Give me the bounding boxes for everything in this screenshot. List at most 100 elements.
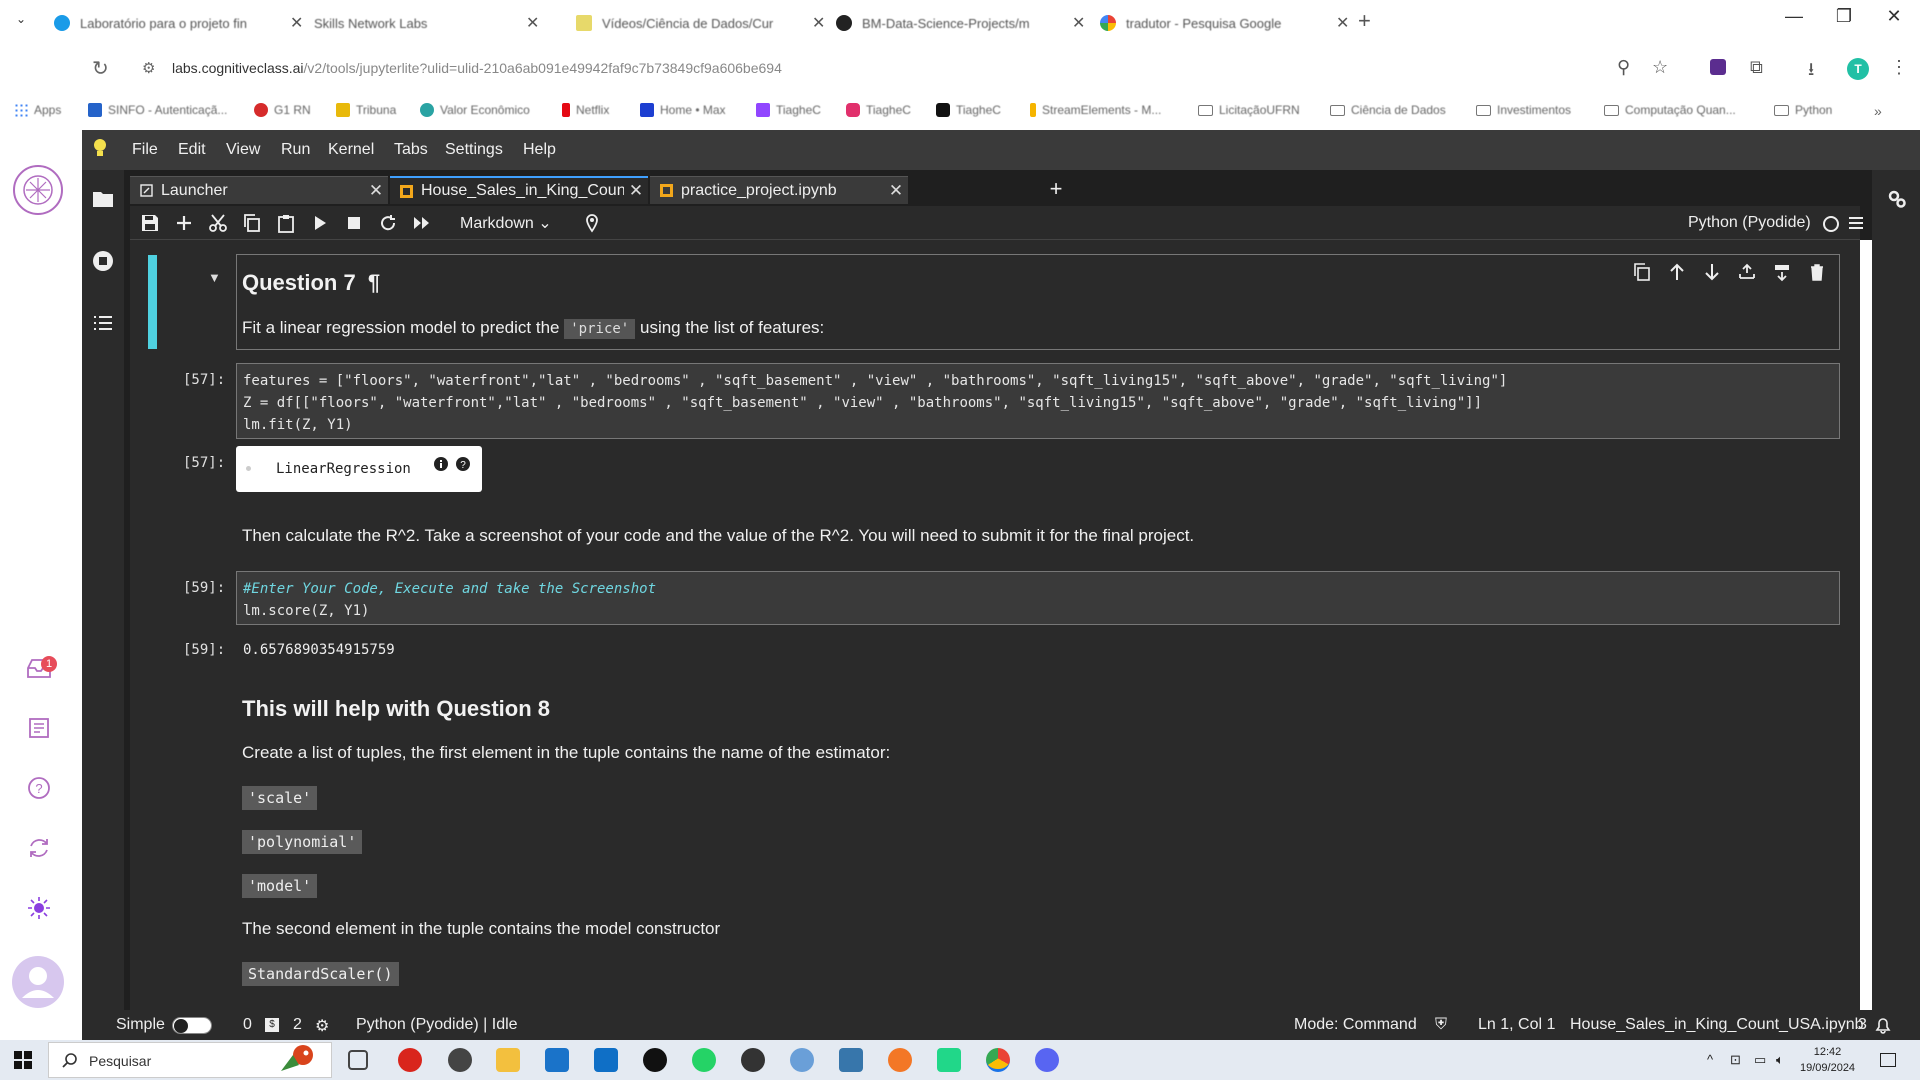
user-avatar-icon[interactable] xyxy=(12,956,64,1008)
download-icon[interactable]: ⭳ xyxy=(1808,57,1814,87)
close-tab-icon[interactable]: ✕ xyxy=(364,181,388,201)
run-cell-icon[interactable] xyxy=(310,213,330,233)
cursor-position[interactable]: Ln 1, Col 1 xyxy=(1478,1016,1555,1034)
add-tab-button[interactable]: + xyxy=(1042,176,1070,204)
duplicate-cell-icon[interactable] xyxy=(1632,262,1652,282)
close-tab-icon[interactable]: ✕ xyxy=(290,13,303,33)
tab-house-sales-notebook[interactable]: House_Sales_in_King_Count_ ✕ xyxy=(390,176,648,204)
extension-icon[interactable] xyxy=(1710,59,1726,75)
kernel-status-text[interactable]: Python (Pyodide) | Idle xyxy=(356,1016,518,1034)
copy-icon[interactable] xyxy=(242,213,262,233)
python-icon[interactable] xyxy=(839,1048,863,1072)
browser-tab[interactable]: BM-Data-Science-Projects/m ✕ xyxy=(836,8,1085,38)
minimize-icon[interactable]: — xyxy=(1774,6,1814,27)
notifications-icon[interactable] xyxy=(1880,1053,1896,1067)
debugger-pin-icon[interactable] xyxy=(582,213,602,233)
tab-search-chevron-icon[interactable]: ⌄ xyxy=(16,12,26,26)
store-icon[interactable] xyxy=(594,1048,618,1072)
document-icon[interactable] xyxy=(27,716,51,740)
kernel-name-button[interactable]: Python (Pyodide) xyxy=(1688,214,1811,232)
tray-network-icon[interactable]: ⊡ xyxy=(1730,1052,1741,1068)
extensions-puzzle-icon[interactable]: ⧉ xyxy=(1750,57,1763,78)
move-up-icon[interactable] xyxy=(1667,262,1687,282)
windows-start-icon[interactable] xyxy=(14,1051,32,1069)
reload-icon[interactable]: ↻ xyxy=(92,56,109,81)
delete-cell-icon[interactable] xyxy=(1807,262,1827,282)
zoom-icon[interactable]: ⚲ xyxy=(1617,57,1630,78)
mail-icon[interactable] xyxy=(545,1048,569,1072)
simple-mode-toggle[interactable] xyxy=(172,1017,212,1034)
cognitiveclass-logo-icon[interactable] xyxy=(12,164,64,216)
bookmark-item[interactable]: Netflix xyxy=(562,103,609,117)
move-down-icon[interactable] xyxy=(1702,262,1722,282)
tiktok-icon[interactable] xyxy=(643,1048,667,1072)
bookmark-item[interactable]: TiagheC xyxy=(936,103,1001,117)
tray-display-icon[interactable]: ▭ xyxy=(1754,1052,1766,1068)
collapse-caret-icon[interactable]: ▼ xyxy=(208,270,221,285)
close-window-icon[interactable]: ✕ xyxy=(1874,6,1914,27)
info-icon[interactable] xyxy=(434,457,448,471)
bookmark-item[interactable]: TiagheC xyxy=(756,103,821,117)
discord-icon[interactable] xyxy=(1035,1048,1059,1072)
r-icon[interactable] xyxy=(790,1048,814,1072)
menu-kernel[interactable]: Kernel xyxy=(328,141,374,159)
table-of-contents-icon[interactable] xyxy=(92,312,114,334)
paste-icon[interactable] xyxy=(276,213,296,233)
cut-icon[interactable] xyxy=(208,213,228,233)
insert-below-icon[interactable] xyxy=(1772,262,1792,282)
notebook-panel[interactable] xyxy=(130,240,1860,1010)
restore-icon[interactable]: ❐ xyxy=(1824,6,1864,27)
restart-kernel-icon[interactable] xyxy=(378,213,398,233)
browser-tab[interactable]: Vídeos/Ciência de Dados/Cur ✕ xyxy=(576,8,825,38)
notification-shield-icon[interactable]: ⛨ xyxy=(1435,1016,1447,1034)
menu-settings[interactable]: Settings xyxy=(445,141,503,159)
bookmark-folder[interactable]: LicitaçãoUFRN xyxy=(1198,103,1300,117)
menu-file[interactable]: File xyxy=(132,141,158,159)
bookmark-folder[interactable]: Python xyxy=(1774,103,1832,117)
terminal-count[interactable]: 0 xyxy=(243,1016,252,1034)
help-icon[interactable]: ? xyxy=(27,776,51,800)
browser-menu-icon[interactable]: ⋮ xyxy=(1890,57,1908,78)
menu-help[interactable]: Help xyxy=(523,141,556,159)
bookmarks-more-button[interactable]: » xyxy=(1874,103,1882,119)
bell-icon[interactable] xyxy=(1874,1016,1892,1034)
bookmark-apps[interactable]: Apps xyxy=(14,103,61,117)
volume-icon[interactable]: 🔈︎ xyxy=(1776,1052,1784,1068)
profile-avatar[interactable]: T xyxy=(1847,58,1869,80)
insert-above-icon[interactable] xyxy=(1737,262,1757,282)
menu-view[interactable]: View xyxy=(226,141,260,159)
refresh-icon[interactable] xyxy=(27,836,51,860)
menu-edit[interactable]: Edit xyxy=(178,141,206,159)
close-tab-icon[interactable]: ✕ xyxy=(1072,13,1085,33)
system-clock[interactable]: 12:42 19/09/2024 xyxy=(1800,1044,1855,1076)
tab-launcher[interactable]: Launcher ✕ xyxy=(130,176,388,204)
tray-chevron-icon[interactable]: ^ xyxy=(1707,1052,1713,1067)
run-all-icon[interactable] xyxy=(412,213,432,233)
running-kernels-icon[interactable] xyxy=(92,250,114,272)
jupyter-icon[interactable] xyxy=(888,1048,912,1072)
taskbar-app-icon[interactable] xyxy=(448,1048,472,1072)
bookmark-item[interactable]: Home • Max xyxy=(640,103,726,117)
browser-tab[interactable]: tradutor - Pesquisa Google ✕ xyxy=(1100,8,1349,38)
code-cell-59[interactable]: #Enter Your Code, Execute and take the S… xyxy=(236,571,1840,625)
bookmark-star-icon[interactable]: ☆ xyxy=(1652,57,1668,78)
taskbar-app-icon[interactable] xyxy=(398,1048,422,1072)
cell-type-select[interactable]: Markdown ⌄ xyxy=(460,213,552,233)
help-icon[interactable]: ? xyxy=(456,457,470,471)
whatsapp-icon[interactable] xyxy=(692,1048,716,1072)
bookmark-item[interactable]: StreamElements - M... xyxy=(1030,103,1161,117)
bookmark-item[interactable]: SINFO - Autenticaçã... xyxy=(88,103,227,117)
site-settings-icon[interactable]: ⚙ xyxy=(142,59,155,77)
menu-tabs[interactable]: Tabs xyxy=(394,141,428,159)
estimator-output-widget[interactable]: LinearRegression ? xyxy=(236,446,482,492)
new-tab-button[interactable]: + xyxy=(1358,8,1371,34)
anchor-link[interactable]: ¶ xyxy=(368,270,380,295)
file-browser-icon[interactable] xyxy=(92,188,114,210)
tab-practice-project[interactable]: practice_project.ipynb ✕ xyxy=(650,176,908,204)
url-field[interactable]: labs.cognitiveclass.ai/v2/tools/jupyterl… xyxy=(172,60,782,76)
bookmark-item[interactable]: Tribuna xyxy=(336,103,396,117)
code-cell-57[interactable]: features = ["floors", "waterfront","lat"… xyxy=(236,363,1840,439)
close-tab-icon[interactable]: ✕ xyxy=(1336,13,1349,33)
task-view-icon[interactable] xyxy=(348,1050,368,1070)
browser-tab[interactable]: Laboratório para o projeto fin ✕ xyxy=(54,8,303,38)
